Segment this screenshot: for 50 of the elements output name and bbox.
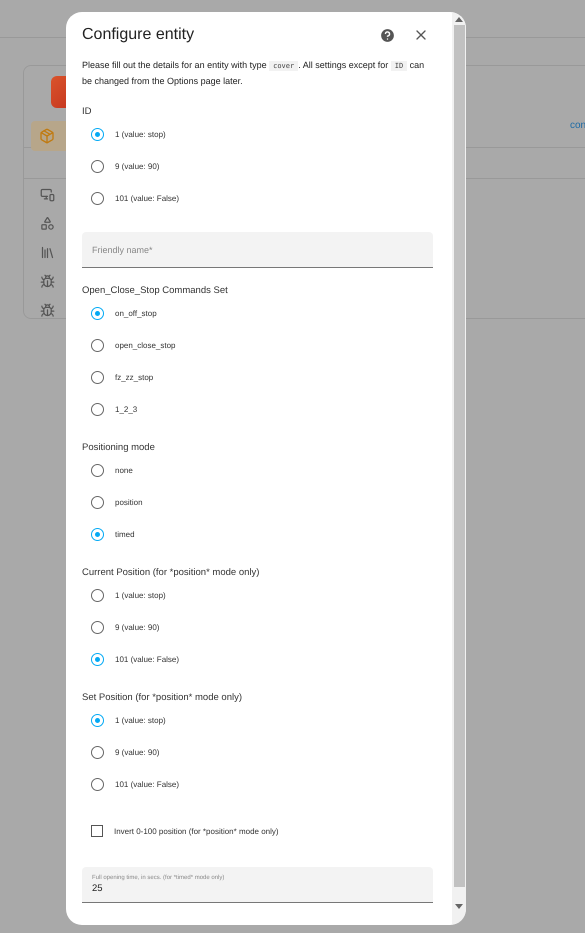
section-label: ID [82, 106, 92, 118]
checkbox[interactable] [91, 825, 103, 837]
radio-button[interactable] [91, 128, 104, 140]
option-label: 1 (value: stop) [115, 130, 166, 138]
option-label: 101 (value: False) [115, 194, 180, 202]
bug-icon[interactable] [40, 303, 55, 318]
bug-icon[interactable] [40, 274, 55, 289]
shapes-icon[interactable] [40, 216, 55, 231]
radio-button[interactable] [91, 306, 104, 320]
input-field[interactable]: Friendly name* [82, 232, 433, 268]
library-icon[interactable] [40, 245, 55, 260]
radio-button[interactable] [91, 370, 104, 384]
option-label: open_close_stop [115, 340, 176, 350]
radio-button[interactable] [91, 778, 104, 790]
radio-button[interactable] [91, 464, 104, 476]
devices-icon[interactable] [40, 187, 55, 202]
option-label: 101 (value: False) [115, 654, 180, 664]
radio-button[interactable] [91, 160, 104, 172]
scroll-up-icon[interactable] [455, 17, 463, 22]
option-label: position [115, 498, 143, 506]
package-icon [39, 128, 55, 144]
radio-button[interactable] [91, 402, 104, 416]
dialog-title: Configure entity [82, 26, 196, 44]
option-label: 9 (value: 90) [115, 748, 160, 756]
radio-button[interactable] [91, 496, 104, 508]
radio-button[interactable] [91, 192, 104, 204]
radio-button[interactable] [91, 714, 104, 726]
option-label: on_off_stop [115, 308, 157, 318]
section-label: Current Position (for *position* mode only) [82, 567, 260, 579]
option-label: timed [115, 530, 135, 538]
option-label: 9 (value: 90) [115, 162, 160, 170]
radio-button[interactable] [91, 652, 104, 666]
radio-button[interactable] [91, 746, 104, 758]
radio-button[interactable] [91, 338, 104, 352]
option-label: 9 (value: 90) [115, 622, 160, 632]
option-label: 101 (value: False) [115, 780, 180, 788]
scroll-down-icon[interactable] [455, 904, 463, 909]
section-label: Positioning mode [82, 442, 156, 454]
section-label: Set Position (for *position* mode only) [82, 692, 243, 704]
section-label: Open_Close_Stop Commands Set [82, 285, 229, 297]
radio-button[interactable] [91, 620, 104, 634]
option-label: 1 (value: stop) [115, 716, 166, 724]
checkbox-label: Invert 0-100 position (for *position* mode only) [114, 826, 279, 836]
option-label: none [115, 466, 133, 474]
help-icon [378, 26, 396, 44]
radio-button[interactable] [91, 528, 104, 540]
option-label: fz_zz_stop [115, 372, 154, 382]
option-label: 1 (value: stop) [115, 590, 166, 600]
radio-button[interactable] [91, 588, 104, 602]
option-label: 1_2_3 [115, 404, 138, 414]
